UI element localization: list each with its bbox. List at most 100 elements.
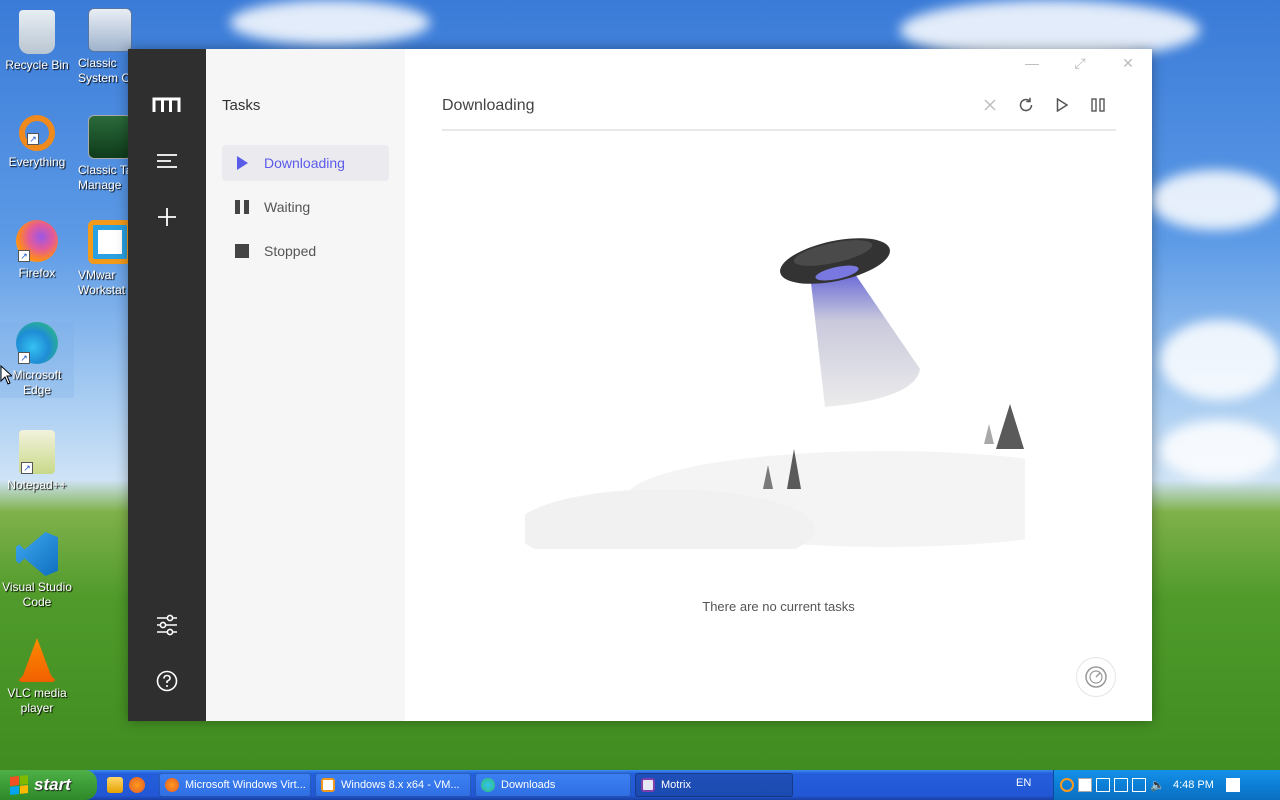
vmware-icon	[321, 778, 335, 792]
refresh-icon	[1019, 97, 1033, 112]
shortcut-arrow-icon: ↗	[18, 352, 30, 364]
window-tray-icon[interactable]	[1096, 778, 1110, 792]
system-tray: 🔈 4:48 PM	[1053, 770, 1280, 800]
desktop-icon-everything[interactable]: ↗ Everything	[0, 115, 74, 170]
delete-tasks-button[interactable]	[972, 95, 1008, 115]
ufo-illustration	[525, 238, 1025, 549]
subnav-item-waiting[interactable]: Waiting	[222, 189, 389, 225]
menu-icon	[157, 154, 177, 168]
motrix-window: Tasks Downloading Waiting Stopped — ⤢ ✕	[128, 49, 1152, 721]
motrix-icon	[641, 778, 655, 792]
everything-tray-icon[interactable]	[1060, 778, 1074, 792]
desktop-icon-notepadpp[interactable]: ↗ Notepad++	[0, 430, 74, 493]
desktop-icon-label: Firefox	[18, 266, 56, 280]
desktop-icon-label: VLC media player	[7, 686, 67, 715]
close-icon	[984, 99, 996, 111]
taskbar-button-microsoft-windows-virt[interactable]: Microsoft Windows Virt...	[159, 773, 311, 797]
explorer-quicklaunch-icon[interactable]	[107, 777, 123, 793]
maximize-button[interactable]: ⤢	[1056, 49, 1104, 77]
help-button[interactable]	[148, 662, 186, 700]
security-tray-icon[interactable]	[1078, 778, 1092, 792]
shortcut-arrow-icon: ↗	[21, 462, 33, 474]
show-desktop-icon[interactable]	[1225, 778, 1240, 792]
desktop-icon-vscode[interactable]: ↗ Visual Studio Code	[0, 532, 74, 610]
speedometer-icon	[1085, 666, 1107, 688]
subnav-item-label: Downloading	[264, 155, 345, 171]
desktop-icon-label: Notepad++	[7, 478, 67, 492]
page-title: Downloading	[442, 97, 535, 114]
monitor-tray-icon[interactable]	[1132, 778, 1146, 792]
desktop-icon-firefox[interactable]: ↗ Firefox	[0, 220, 74, 281]
preferences-button[interactable]	[148, 606, 186, 644]
pause-icon	[235, 200, 249, 214]
subnav-item-stopped[interactable]: Stopped	[222, 233, 389, 269]
edge-icon: ↗	[16, 322, 58, 364]
taskbar-button-motrix[interactable]: Motrix	[635, 773, 793, 797]
windows-flag-icon	[10, 775, 28, 795]
resume-all-button[interactable]	[1044, 95, 1080, 115]
subnav-item-label: Stopped	[264, 243, 317, 259]
help-icon	[156, 670, 178, 692]
stop-icon	[235, 244, 249, 258]
network-tray-icon[interactable]	[1114, 778, 1128, 792]
window-controls: — ⤢ ✕	[1008, 49, 1152, 77]
subnav-title: Tasks	[222, 97, 261, 114]
vlc-icon	[17, 638, 57, 682]
shortcut-arrow-icon: ↗	[18, 250, 30, 262]
pause-all-button[interactable]	[1080, 95, 1116, 115]
desktop-icon-recycle-bin[interactable]: Recycle Bin	[0, 10, 74, 73]
close-button[interactable]: ✕	[1104, 49, 1152, 77]
mouse-cursor-icon	[0, 365, 12, 385]
menu-button[interactable]	[148, 142, 186, 180]
title-divider	[442, 129, 1116, 131]
shortcut-arrow-icon: ↗	[18, 564, 30, 576]
taskbar-button-label: Downloads	[501, 779, 556, 791]
empty-state-text: There are no current tasks	[702, 599, 855, 614]
taskbar: start Microsoft Windows Virt... Windows …	[0, 770, 1280, 800]
desktop-icon-label: Classic System C	[78, 56, 131, 85]
speed-limit-button[interactable]	[1076, 657, 1116, 697]
add-task-button[interactable]	[148, 198, 186, 236]
minimize-button[interactable]: —	[1008, 49, 1056, 77]
desktop-icon-label: Recycle Bin	[5, 58, 69, 72]
vscode-icon: ↗	[16, 532, 58, 576]
desktop-icon-label: VMwar Workstat	[78, 268, 126, 297]
firefox-icon: ↗	[16, 220, 58, 262]
sliders-icon	[157, 614, 177, 636]
control-panel-icon	[88, 8, 132, 52]
task-manager-icon	[88, 115, 132, 159]
taskbar-button-downloads[interactable]: Downloads	[475, 773, 631, 797]
desktop-icon-vlc[interactable]: VLC media player	[0, 638, 74, 716]
language-indicator[interactable]: EN	[1016, 777, 1031, 789]
motrix-logo[interactable]	[148, 86, 186, 124]
desktop-icon-label: Classic Ta Manage	[78, 163, 133, 192]
taskbar-button-windows-8x-vmware[interactable]: Windows 8.x x64 - VM...	[315, 773, 471, 797]
start-button[interactable]: start	[0, 770, 97, 800]
start-label: start	[34, 775, 71, 794]
shortcut-arrow-icon: ↗	[27, 133, 39, 145]
notepadpp-icon: ↗	[19, 430, 55, 474]
firefox-icon	[165, 778, 179, 792]
taskbar-button-label: Windows 8.x x64 - VM...	[341, 779, 460, 791]
motrix-logo-icon	[152, 97, 181, 112]
pause-icon	[1091, 98, 1105, 112]
volume-tray-icon[interactable]: 🔈	[1150, 778, 1165, 792]
everything-search-icon: ↗	[19, 115, 55, 151]
main-panel: — ⤢ ✕ Downloading There are no current t…	[405, 49, 1152, 721]
taskbar-button-label: Motrix	[661, 779, 691, 791]
taskbar-clock[interactable]: 4:48 PM	[1173, 779, 1214, 791]
subnav-item-label: Waiting	[264, 199, 311, 215]
desktop-icon-edge[interactable]: ↗ Microsoft Edge	[0, 322, 74, 398]
recycle-bin-icon	[19, 10, 55, 54]
vmware-icon	[88, 220, 132, 264]
play-icon	[1056, 98, 1068, 112]
desktop-icon-label: Everything	[8, 155, 66, 169]
subnav-item-downloading[interactable]: Downloading	[222, 145, 389, 181]
plus-icon	[158, 208, 176, 226]
refresh-button[interactable]	[1008, 95, 1044, 115]
tasks-subnav: Tasks Downloading Waiting Stopped	[206, 49, 405, 721]
firefox-quicklaunch-icon[interactable]	[129, 777, 145, 793]
edge-icon	[481, 778, 495, 792]
desktop-icon-label: Visual Studio Code	[2, 580, 72, 609]
task-toolbar	[972, 95, 1116, 115]
